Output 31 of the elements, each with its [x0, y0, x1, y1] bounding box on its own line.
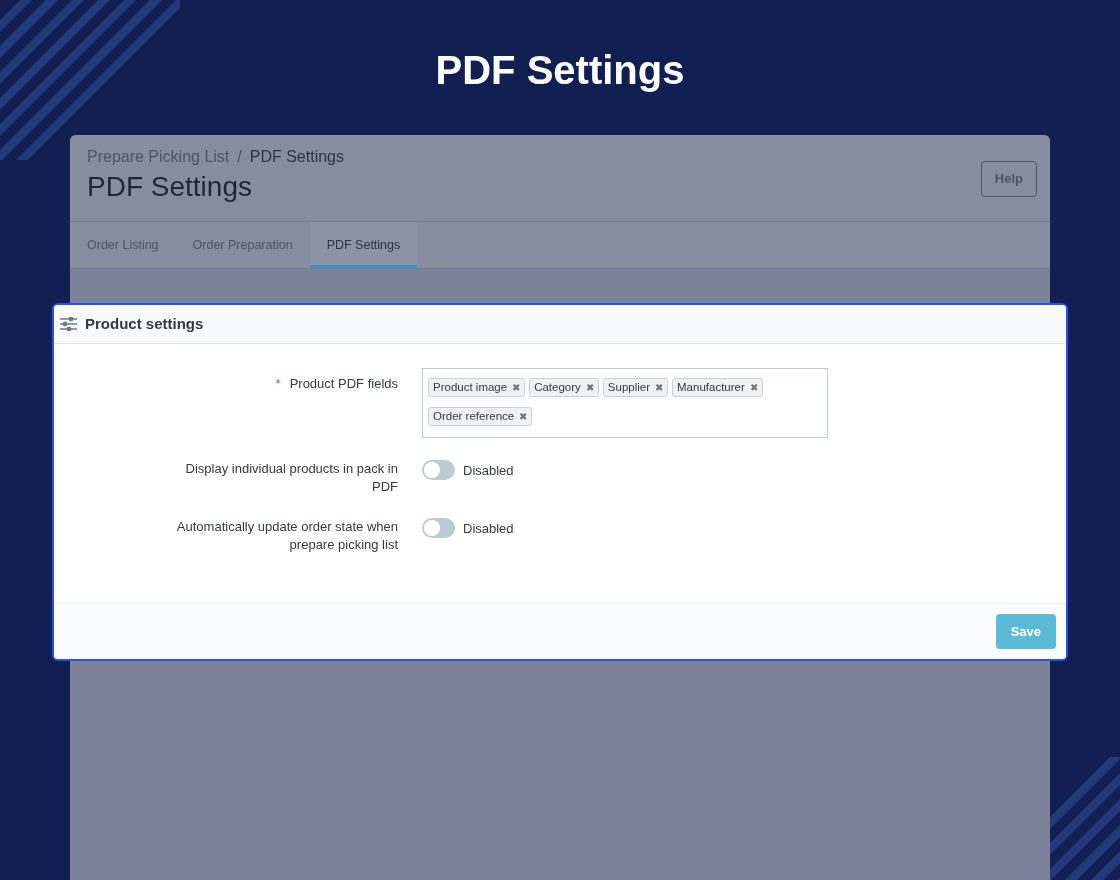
- toggle-switch[interactable]: [422, 518, 455, 539]
- tab[interactable]: Order Listing: [70, 222, 176, 268]
- tag-chip[interactable]: Category ✖: [529, 378, 599, 398]
- card-title: Product settings: [85, 313, 204, 334]
- tag-chip[interactable]: Supplier ✖: [602, 378, 669, 398]
- page-title: PDF Settings: [435, 47, 685, 94]
- field-label: Product PDF fields: [289, 375, 398, 393]
- switch-state: Disabled: [463, 461, 514, 480]
- toggle-switch[interactable]: [422, 460, 455, 481]
- remove-icon[interactable]: ✖: [749, 380, 758, 396]
- field-label: Automatically update order state when prepare picking list: [175, 518, 398, 555]
- sliders-icon: [60, 317, 77, 331]
- remove-icon[interactable]: ✖: [585, 380, 594, 396]
- tags-field[interactable]: Product image ✖ Category ✖ Supplier ✖ Manufacturer ✖ Order reference ✖: [422, 368, 828, 439]
- save-button[interactable]: Save: [995, 614, 1056, 649]
- tab[interactable]: PDF Settings: [309, 222, 418, 268]
- remove-icon[interactable]: ✖: [519, 409, 528, 425]
- required-mark: *: [275, 375, 281, 393]
- field-label: Display individual products in pack in PDF: [184, 460, 398, 497]
- tag-chip[interactable]: Manufacturer ✖: [672, 378, 763, 398]
- tag-chip[interactable]: Product image ✖: [428, 378, 526, 398]
- tab[interactable]: Order Preparation: [175, 222, 310, 268]
- page-heading: PDF Settings: [87, 170, 253, 204]
- remove-icon[interactable]: ✖: [512, 380, 521, 396]
- breadcrumb-current: PDF Settings: [249, 147, 344, 167]
- help-button[interactable]: Help: [980, 161, 1037, 197]
- remove-icon[interactable]: ✖: [655, 380, 664, 396]
- breadcrumb-link[interactable]: Prepare Picking List: [87, 145, 230, 169]
- switch-state: Disabled: [463, 519, 514, 538]
- breadcrumb-separator: /: [237, 147, 242, 167]
- tag-chip[interactable]: Order reference ✖: [428, 407, 533, 427]
